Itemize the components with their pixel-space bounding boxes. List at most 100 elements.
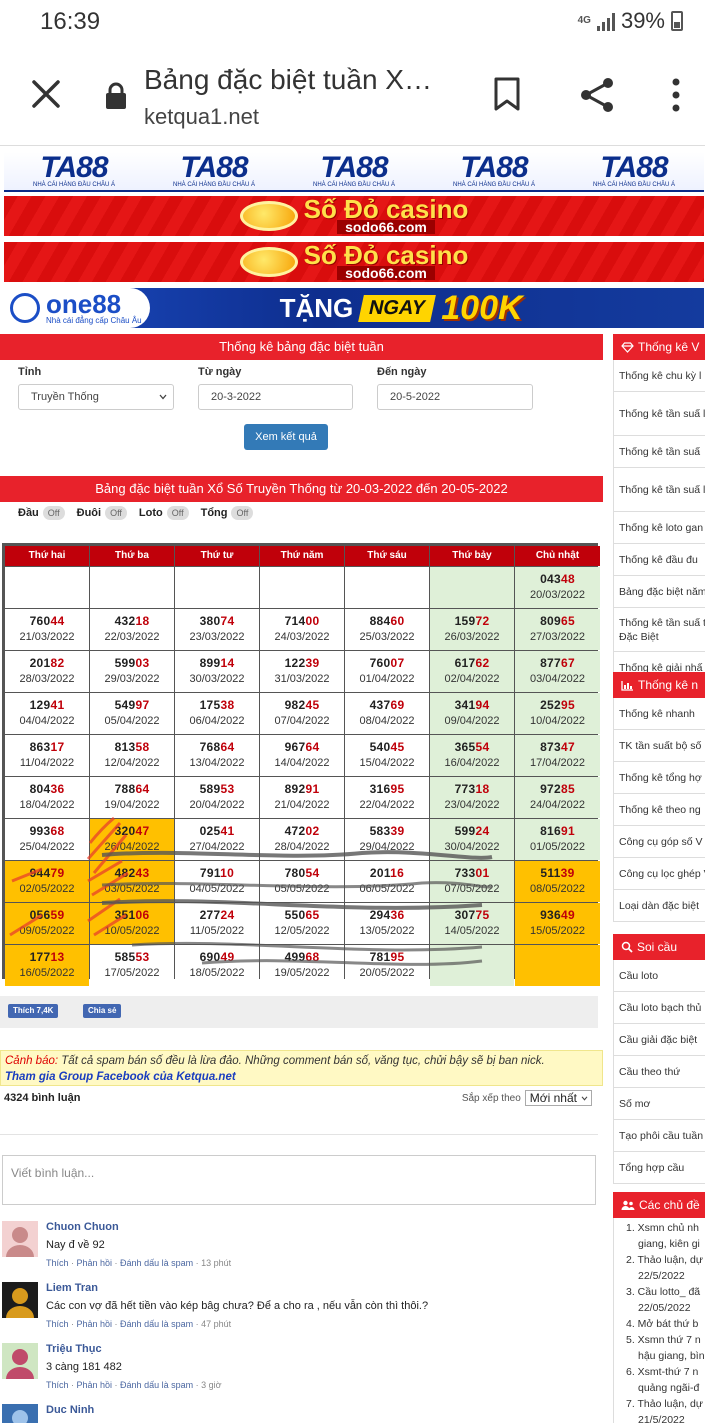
sidebar-link[interactable]: Cầu loto <box>613 960 705 992</box>
comment-author[interactable]: Chuon Chuon <box>46 1221 119 1233</box>
result-number: 77318 <box>430 782 514 796</box>
result-number-tail: 65 <box>560 614 575 628</box>
topic-link[interactable]: quảng ngãi-đ <box>618 1380 705 1396</box>
result-number-tail: 72 <box>475 614 490 628</box>
result-number: 76864 <box>175 740 259 754</box>
comment-author[interactable]: Triệu Thục <box>46 1343 102 1355</box>
facebook-group-link[interactable]: Tham gia Group Facebook của Ketqua.net <box>5 1071 236 1083</box>
result-number-head: 863 <box>29 740 51 754</box>
ta88-banner[interactable]: TA88 NHÀ CÁI HÀNG ĐẦU CHÂU Á TA88 NHÀ CÁI … <box>4 152 704 192</box>
comment-like-link[interactable]: Thích <box>46 1319 69 1329</box>
page-url[interactable]: ketqua1.net <box>144 104 259 130</box>
sidebar-link[interactable]: Cầu giải đặc biệt <box>613 1024 705 1056</box>
avatar[interactable] <box>2 1221 38 1257</box>
submit-button[interactable]: Xem kết quả <box>244 424 328 450</box>
sidebar-link[interactable]: Số mơ <box>613 1088 705 1120</box>
comment-reply-link[interactable]: Phản hồi <box>77 1380 113 1390</box>
sodo-banner[interactable]: Số Đỏ casino sodo66.com <box>4 196 704 236</box>
topic-link[interactable]: 7. Thảo luận, dự <box>618 1396 705 1412</box>
from-date-input[interactable]: 20-3-2022 <box>198 384 353 410</box>
topic-link[interactable]: 21/5/2022 <box>618 1412 705 1423</box>
result-cell: 87347 17/04/2022 <box>515 735 600 776</box>
toggle-duoi[interactable]: Off <box>105 506 127 520</box>
result-date: 11/04/2022 <box>19 757 75 769</box>
result-cell: 27724 11/05/2022 <box>175 903 259 944</box>
result-number-head: 432 <box>114 614 136 628</box>
result-date: 20/03/2022 <box>529 589 586 601</box>
toggle-tong[interactable]: Off <box>231 506 254 520</box>
sidebar-link[interactable]: Bảng đặc biệt năm <box>613 576 705 608</box>
province-select[interactable]: Truyền Thống <box>18 384 174 410</box>
comments-header: 4324 bình luận Sắp xếp theo Mới nhất <box>0 1090 598 1114</box>
to-date-input[interactable]: 20-5-2022 <box>377 384 533 410</box>
topic-link[interactable]: 6. Xsmt-thứ 7 n <box>618 1364 705 1380</box>
more-options-icon[interactable] <box>666 76 686 114</box>
avatar[interactable] <box>2 1282 38 1318</box>
sidebar-link[interactable]: Thống kê tần suấ theo Đặc Biệt <box>613 608 705 652</box>
sidebar-link[interactable]: Thống kê tần suấ <box>613 436 705 468</box>
result-number: 89291 <box>260 782 344 796</box>
sidebar-link[interactable]: Cầu theo thứ <box>613 1056 705 1088</box>
close-icon[interactable] <box>28 76 64 112</box>
facebook-like-button[interactable]: Thích 7,4K <box>8 1004 59 1018</box>
result-number: 87347 <box>515 740 600 754</box>
result-cell: 55065 12/05/2022 <box>260 903 344 944</box>
sidebar-link[interactable]: Thống kê nhanh <box>613 698 705 730</box>
toggle-loto[interactable]: Off <box>166 506 189 520</box>
comment-spam-link[interactable]: Đánh dấu là spam <box>120 1258 193 1268</box>
result-number-head: 733 <box>454 866 476 880</box>
sidebar-link[interactable]: Thống kê theo ng <box>613 794 705 826</box>
sidebar-link[interactable]: Loại dàn đặc biệt <box>613 890 705 922</box>
sidebar-link[interactable]: Thống kê loto gan <box>613 512 705 544</box>
avatar[interactable] <box>2 1404 38 1423</box>
result-number-head: 585 <box>114 950 136 964</box>
one88-banner[interactable]: one88 Nhà cái đẳng cấp Châu Âu TẶNG NGAY … <box>4 288 704 328</box>
avatar[interactable] <box>2 1343 38 1379</box>
sidebar-link[interactable]: Thống kê chu kỳ l <box>613 360 705 392</box>
share-icon[interactable] <box>578 76 616 114</box>
topic-link[interactable]: 2. Thảo luận, dự <box>618 1252 705 1268</box>
sidebar-link[interactable]: TK tần suất bộ số <box>613 730 705 762</box>
sidebar-link[interactable]: Tạo phôi cầu tuần <box>613 1120 705 1152</box>
result-number-tail: 91 <box>305 782 320 796</box>
toggle-dau[interactable]: Off <box>42 506 65 520</box>
result-number: 88460 <box>345 614 429 628</box>
topic-link[interactable]: giang, kiên gi <box>618 1236 705 1252</box>
topic-link[interactable]: 5. Xsmn thứ 7 n <box>618 1332 705 1348</box>
battery-icon <box>671 11 683 31</box>
comment-author[interactable]: Liem Tran <box>46 1282 98 1294</box>
comment-author[interactable]: Duc Ninh <box>46 1404 94 1416</box>
comment-like-link[interactable]: Thích <box>46 1380 69 1390</box>
comment-like-link[interactable]: Thích <box>46 1258 69 1268</box>
sidebar-link[interactable]: Thống kê tổng hợ <box>613 762 705 794</box>
comment-reply-link[interactable]: Phản hồi <box>77 1319 113 1329</box>
topic-link[interactable]: 3. Cầu lotto_ đã <box>618 1284 705 1300</box>
comment-spam-link[interactable]: Đánh dấu là spam <box>120 1380 193 1390</box>
result-number: 36554 <box>430 740 514 754</box>
result-number: 02541 <box>175 824 259 838</box>
sidebar-link[interactable]: Tổng hợp cầu <box>613 1152 705 1184</box>
sidebar-link[interactable]: Thống kê tần suấ loto <box>613 392 705 436</box>
comment-reply-link[interactable]: Phản hồi <box>77 1258 113 1268</box>
sort-select[interactable]: Mới nhất <box>524 1090 592 1106</box>
topic-link[interactable]: 1. Xsmn chủ nh <box>618 1220 705 1236</box>
bookmark-icon[interactable] <box>492 76 522 112</box>
result-number: 76007 <box>345 656 429 670</box>
result-date: 12/04/2022 <box>104 757 160 769</box>
sidebar-link[interactable]: Thống kê tần suấ loto <box>613 468 705 512</box>
topic-link[interactable]: 22/5/2022 <box>618 1268 705 1284</box>
comment-input[interactable]: Viết bình luận... <box>2 1155 596 1205</box>
comment-time: 3 giờ <box>201 1380 222 1390</box>
result-cell: 04348 20/03/2022 <box>515 567 600 608</box>
sodo-banner[interactable]: Số Đỏ casino sodo66.com <box>4 242 704 282</box>
sidebar-link[interactable]: Thống kê đầu đu <box>613 544 705 576</box>
topic-link[interactable]: hậu giang, bìn <box>618 1348 705 1364</box>
result-date: 17/04/2022 <box>529 757 586 769</box>
facebook-share-button[interactable]: Chia sẻ <box>83 1004 122 1018</box>
topic-link[interactable]: 22/05/2022 <box>618 1300 705 1316</box>
comment-spam-link[interactable]: Đánh dấu là spam <box>120 1319 193 1329</box>
topic-link[interactable]: 4. Mở bát thứ b <box>618 1316 705 1332</box>
sidebar-link[interactable]: Công cụ lọc ghép VIP <box>613 858 705 890</box>
sidebar-link[interactable]: Công cụ góp số V <box>613 826 705 858</box>
sidebar-link[interactable]: Cầu loto bạch thủ <box>613 992 705 1024</box>
